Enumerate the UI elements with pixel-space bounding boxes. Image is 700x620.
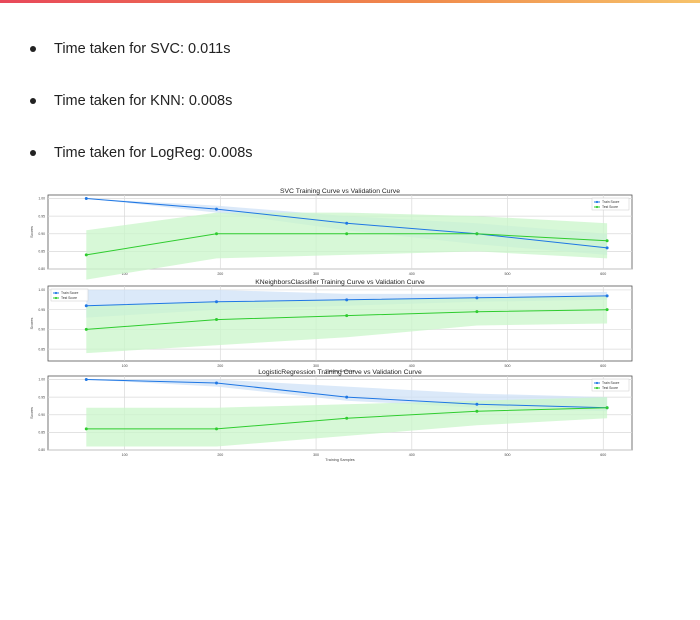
y-tick-label: 0.80 bbox=[38, 448, 45, 452]
y-axis-label: Scores bbox=[30, 226, 34, 238]
bullet-item-logreg: Time taken for LogReg: 0.008s bbox=[24, 140, 684, 166]
data-point bbox=[605, 246, 609, 250]
y-tick-label: 1.00 bbox=[38, 288, 45, 292]
y-axis-label: Scores bbox=[30, 407, 34, 419]
y-tick-label: 1.00 bbox=[38, 197, 45, 201]
data-point bbox=[475, 409, 479, 413]
data-point bbox=[84, 304, 88, 308]
legend-marker bbox=[595, 386, 599, 390]
accent-bar bbox=[0, 0, 700, 3]
x-tick-label: 300 bbox=[313, 453, 319, 457]
chart-title: LogisticRegression Training Curve vs Val… bbox=[258, 369, 422, 376]
data-point bbox=[84, 253, 88, 257]
x-tick-label: 400 bbox=[409, 453, 415, 457]
legend: Train ScoreTest Score bbox=[591, 197, 630, 211]
data-point bbox=[84, 378, 88, 382]
bullet-dot bbox=[30, 46, 36, 52]
legend-marker bbox=[595, 381, 599, 385]
x-tick-label: 200 bbox=[217, 272, 223, 276]
chart-panel-2: 100 200 300 400 500 600 0.85 0.90 0.95 1.00 KNeigh… bbox=[30, 279, 633, 373]
data-point bbox=[214, 381, 218, 385]
chart-panel-1: 100 200 300 400 500 6000.800.850.900.951.00SV… bbox=[30, 188, 633, 280]
data-point bbox=[214, 427, 218, 431]
data-point bbox=[475, 310, 479, 314]
x-tick-label: 400 bbox=[409, 364, 415, 368]
x-tick-label: 600 bbox=[600, 364, 606, 368]
y-tick-label: 0.80 bbox=[38, 267, 45, 271]
y-tick-label: 0.95 bbox=[38, 395, 45, 399]
y-tick-label: 0.90 bbox=[38, 328, 45, 332]
data-point bbox=[475, 232, 479, 236]
x-tick-label: 100 bbox=[122, 364, 128, 368]
x-tick-label: 600 bbox=[600, 272, 606, 276]
legend-label: Test Score bbox=[602, 386, 618, 390]
bullet-text: Time taken for LogReg: 0.008s bbox=[54, 145, 253, 161]
data-point bbox=[345, 395, 349, 399]
data-point bbox=[214, 232, 218, 236]
y-tick-label: 0.95 bbox=[38, 308, 45, 312]
legend: Train ScoreTest Score bbox=[50, 288, 89, 302]
data-point bbox=[345, 416, 349, 420]
y-tick-label: 0.85 bbox=[38, 431, 45, 435]
y-tick-label: 0.90 bbox=[38, 413, 45, 417]
x-tick-label: 100 bbox=[122, 453, 128, 457]
y-tick-label: 0.85 bbox=[38, 250, 45, 254]
legend-marker bbox=[54, 291, 58, 295]
data-point bbox=[605, 294, 609, 298]
x-axis-label: Training Samples bbox=[325, 458, 355, 462]
chart-title: SVC Training Curve vs Validation Curve bbox=[280, 188, 400, 195]
legend-label: Train Score bbox=[61, 291, 79, 295]
bullet-text: Time taken for KNN: 0.008s bbox=[54, 93, 233, 109]
bullet-dot bbox=[30, 150, 36, 156]
data-point bbox=[214, 207, 218, 211]
y-tick-label: 0.90 bbox=[38, 232, 45, 236]
x-tick-label: 300 bbox=[313, 272, 319, 276]
x-tick-label: 400 bbox=[409, 272, 415, 276]
data-point bbox=[605, 406, 609, 410]
bullet-item-svc: Time taken for SVC: 0.011s bbox=[24, 36, 684, 62]
bullet-list: Time taken for SVC: 0.011s Time taken fo… bbox=[24, 36, 684, 192]
x-tick-label: 300 bbox=[313, 364, 319, 368]
data-point bbox=[84, 327, 88, 331]
data-point bbox=[214, 300, 218, 304]
y-tick-label: 1.00 bbox=[38, 378, 45, 382]
y-tick-label: 0.95 bbox=[38, 214, 45, 218]
data-point bbox=[475, 402, 479, 406]
data-point bbox=[84, 197, 88, 201]
legend-marker bbox=[595, 205, 599, 209]
bullet-dot bbox=[30, 98, 36, 104]
legend-marker bbox=[595, 200, 599, 204]
x-tick-label: 600 bbox=[600, 453, 606, 457]
bullet-item-knn: Time taken for KNN: 0.008s bbox=[24, 88, 684, 114]
chart-panel-3: 100 200 300 400 500 600 0.80 0.85 0.90 0.95 1.00 Lo… bbox=[30, 369, 633, 462]
legend-label: Train Score bbox=[602, 200, 620, 204]
legend-label: Test Score bbox=[61, 296, 77, 300]
legend-label: Train Score bbox=[602, 381, 620, 385]
y-tick-label: 0.85 bbox=[38, 347, 45, 351]
x-tick-label: 200 bbox=[217, 364, 223, 368]
data-point bbox=[345, 314, 349, 318]
bullet-text: Time taken for SVC: 0.011s bbox=[54, 41, 231, 57]
legend-marker bbox=[54, 296, 58, 300]
chart-title: KNeighborsClassifier Training Curve vs V… bbox=[255, 279, 425, 286]
x-tick-label: 500 bbox=[505, 272, 511, 276]
data-point bbox=[345, 221, 349, 225]
y-axis-label: Scores bbox=[30, 317, 34, 329]
data-point bbox=[605, 308, 609, 312]
data-point bbox=[475, 296, 479, 300]
learning-curve-charts: 100 200 300 400 500 600 0.80 0.85 0.90 0.95 1.00 SV… bbox=[30, 188, 633, 462]
data-point bbox=[214, 318, 218, 322]
x-tick-label: 500 bbox=[505, 364, 511, 368]
x-tick-label: 200 bbox=[217, 453, 223, 457]
legend: Train ScoreTest Score bbox=[591, 378, 630, 392]
legend-label: Test Score bbox=[602, 205, 618, 209]
data-point bbox=[345, 298, 349, 302]
data-point bbox=[84, 427, 88, 431]
x-tick-label: 500 bbox=[505, 453, 511, 457]
data-point bbox=[345, 232, 349, 236]
data-point bbox=[605, 239, 609, 243]
